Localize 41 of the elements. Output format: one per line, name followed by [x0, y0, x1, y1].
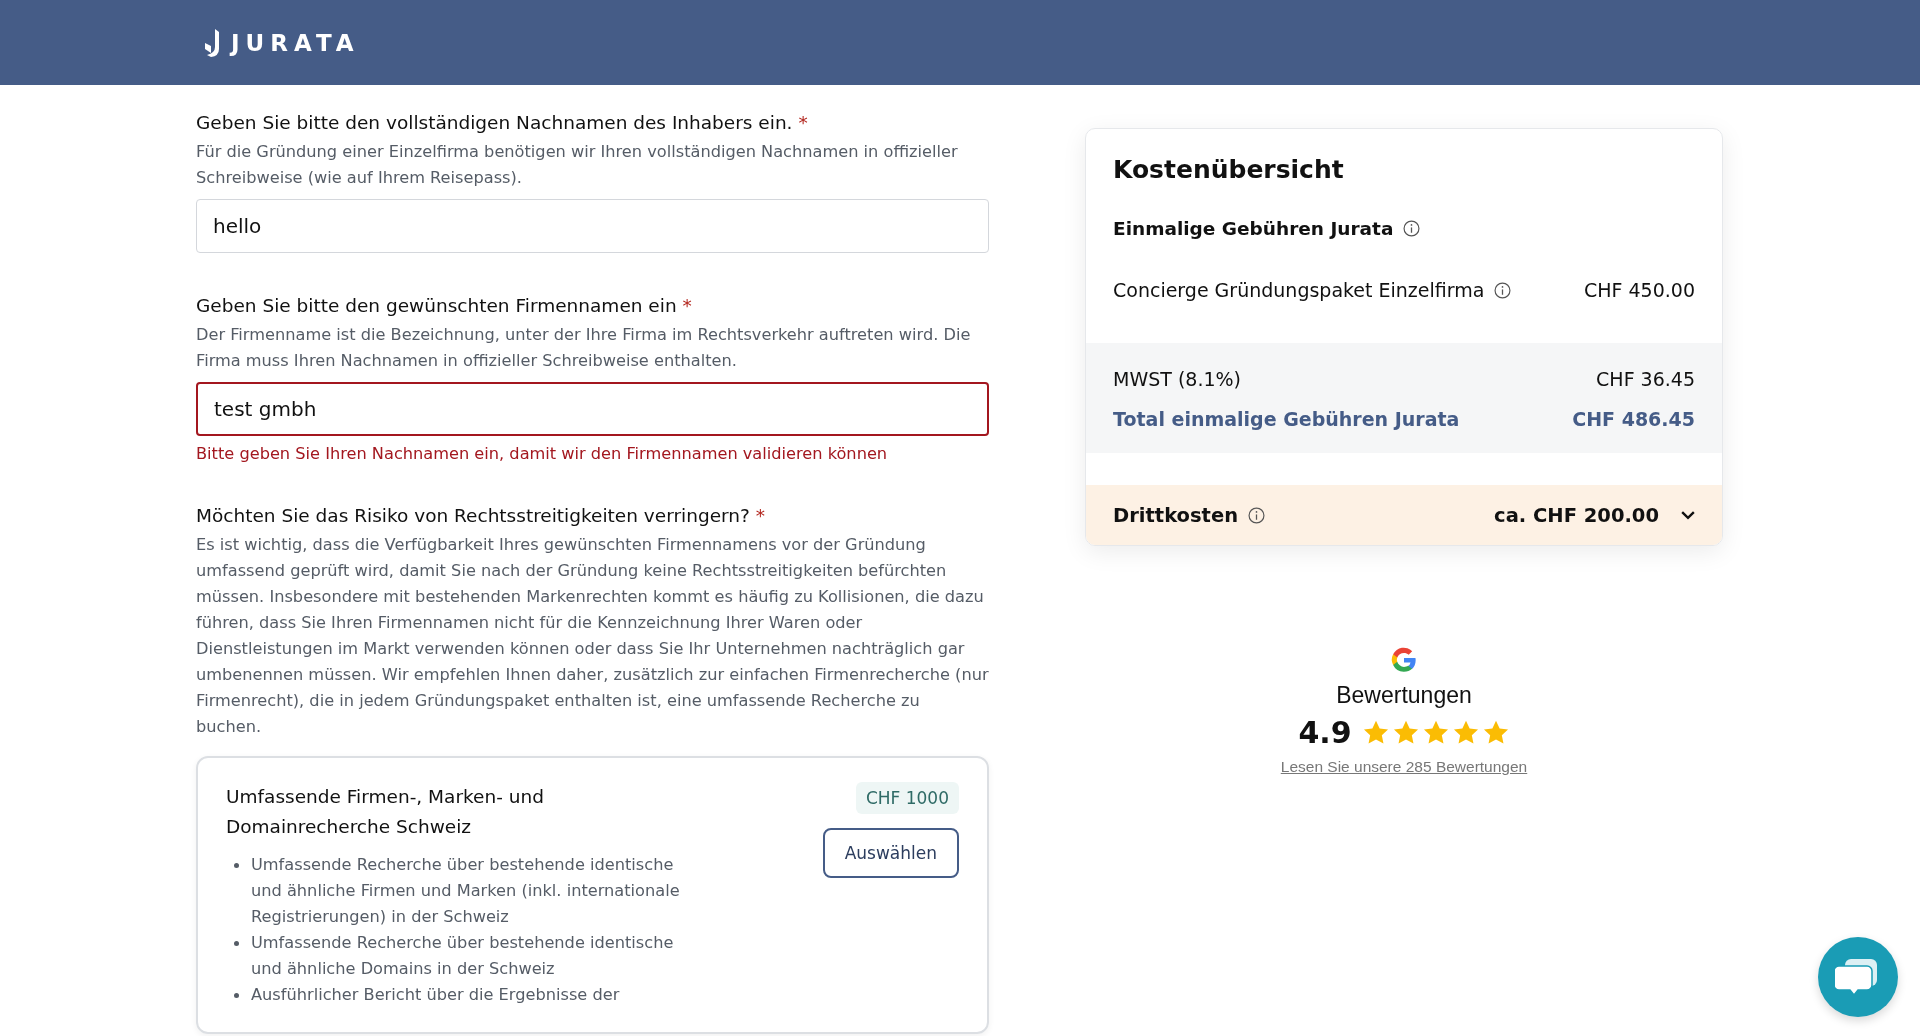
cost-amount: CHF 486.45 [1572, 408, 1695, 430]
rating-score: 4.9 [1298, 715, 1352, 750]
third-party-costs-row[interactable]: Drittkosten ca. CHF 200.00 [1086, 485, 1722, 545]
field-description: Es ist wichtig, dass die Verfügbarkeit Ihres gewünschten Firmennamens vor der Gründung umfassend geprüft wird, damit Sie nach der Gründung keine Rechtsstreitigkeiten befürchten müssen. Insbesondere mit bestehenden Markenrechten kommt es häufig zu Kollisionen, die dazu führen, dass Sie Ihren Firmennamen nicht für die Kennzeichnung Ihrer Waren oder Dienstleistungen im Markt verwenden können oder dass Sie Ihr Unternehmen nachträglich gar umbenennen müssen. Wir empfehlen Ihnen daher, zusätzlich zur einfachen Firmenrecherche (nur Firmenrecht), die in jedem Gründungspaket enthalten ist, eine umfassende Recherche zu buchen. [196, 534, 989, 738]
text-field[interactable]: hello [196, 199, 989, 253]
card-title: Kostenübersicht [1112, 154, 1345, 184]
info-icon[interactable] [1494, 281, 1512, 299]
field-description: Für die Gründung einer Einzelfirma benötigen wir Ihren vollständigen Nachnamen in offizieller Schreibweise (wie auf Ihrem Reisepass). [196, 141, 959, 189]
field-label: Geben Sie bitte den vollständigen Nachnamen des Inhabers ein. * [196, 112, 809, 133]
field-description: Der Firmenname ist die Bezeichnung, unter der Ihre Firma im Rechtsverkehr auftreten wird. Die Firma muss Ihren Nachnamen in offizieller Schreibweise enthalten. [196, 324, 972, 372]
cost-amount: CHF 36.45 [1596, 368, 1695, 390]
reviews-link[interactable]: Lesen Sie unsere 285 Bewertungen [1280, 758, 1528, 776]
select-button[interactable]: Auswählen [822, 828, 959, 878]
info-icon[interactable] [1403, 220, 1421, 237]
cost-amount: ca. CHF 200.00 [1494, 503, 1659, 527]
cost-label: Concierge Gründungspaket Einzelfirma [1113, 279, 1485, 301]
cost-label: MWST (8.1%) [1113, 368, 1241, 390]
logo-wordmark[interactable]: JURATA [231, 29, 360, 56]
chevron-icon[interactable] [1681, 510, 1695, 520]
chat-button[interactable] [1818, 937, 1898, 1017]
field-label: Möchten Sie das Risiko von Rechtsstreitigkeiten verringern? * [196, 505, 766, 526]
error-message: Bitte geben Sie Ihren Nachnamen ein, damit wir den Firmennamen validieren können [196, 444, 889, 463]
cost-label: Drittkosten [1113, 503, 1238, 527]
option-bullet: Ausführlicher Bericht über die Ergebnisse der [226, 982, 696, 1008]
required-mark: * [755, 505, 765, 526]
option-bullet: Umfassende Recherche über bestehende identische und ähnliche Firmen und Marken (inkl. internationale Registrierungen) in der Schweiz [226, 852, 696, 930]
section-title: Einmalige Gebühren Jurata [1113, 218, 1394, 239]
google-icon [1390, 646, 1418, 674]
cost-amount: CHF 450.00 [1584, 279, 1695, 301]
required-mark: * [682, 295, 692, 316]
cost-label: Total einmalige Gebühren Jurata [1113, 408, 1460, 430]
option-title: Umfassende Firmen-, Marken- und Domainrecherche Schweiz [226, 785, 545, 839]
price-badge: CHF 1000 [855, 782, 959, 814]
option-card[interactable] [196, 756, 989, 1034]
field-label: Geben Sie bitte den gewünschten Firmennamen ein * [196, 295, 693, 316]
info-icon[interactable] [1248, 506, 1265, 524]
reviews-title: Bewertungen [1336, 682, 1472, 709]
text-field[interactable]: test gmbh [196, 382, 989, 436]
option-bullet: Umfassende Recherche über bestehende identische und ähnliche Domains in der Schweiz [226, 930, 696, 982]
required-mark: * [798, 112, 808, 133]
logo-icon [203, 28, 221, 57]
